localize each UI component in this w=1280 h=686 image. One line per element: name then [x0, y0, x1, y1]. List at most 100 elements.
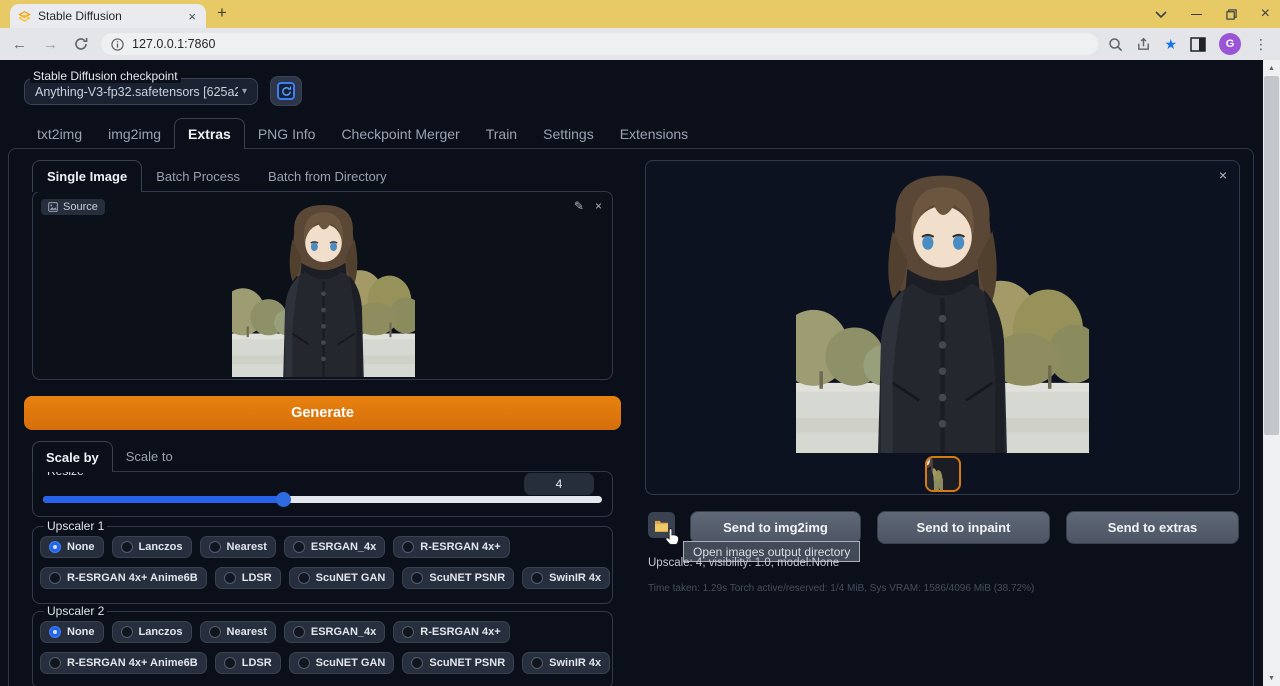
upscaler1-option-resrgan4x[interactable]: R-ESRGAN 4x+: [393, 536, 509, 558]
upscaler1-option-nearest[interactable]: Nearest: [200, 536, 276, 558]
resize-slider-block: Resize 4: [32, 471, 613, 517]
tab-png-info[interactable]: PNG Info: [245, 118, 329, 149]
send-to-img2img-button[interactable]: Send to img2img: [690, 511, 861, 544]
radio-icon: [293, 541, 305, 553]
upscaler1-option-swinir4x[interactable]: SwinIR 4x: [522, 567, 610, 589]
radio-icon: [121, 626, 133, 638]
refresh-checkpoint-button[interactable]: [270, 76, 302, 106]
gallery-close-icon[interactable]: ×: [1219, 167, 1227, 183]
upscaler2-option-resrgan4x[interactable]: R-ESRGAN 4x+: [393, 621, 509, 643]
output-image[interactable]: [796, 161, 1089, 453]
upscaler2-option-esrgan4x[interactable]: ESRGAN_4x: [284, 621, 385, 643]
slider-handle[interactable]: [276, 492, 291, 507]
page-scrollbar[interactable]: ▲ ▼: [1263, 60, 1280, 686]
upscaler1-option-none[interactable]: None: [40, 536, 104, 558]
url-text[interactable]: 127.0.0.1:7860: [132, 37, 215, 51]
source-label: Source: [63, 201, 98, 213]
radio-icon: [224, 572, 236, 584]
tab-scale-by[interactable]: Scale by: [32, 441, 113, 472]
browser-menu-icon[interactable]: ⋮: [1254, 36, 1268, 53]
upscaler2-option-scunet-gan[interactable]: ScuNET GAN: [289, 652, 395, 674]
address-bar[interactable]: 127.0.0.1:7860: [101, 33, 1098, 55]
radio-icon: [49, 572, 61, 584]
browser-toolbar: ← → 127.0.0.1:7860 ★ G ⋮: [0, 28, 1280, 60]
upscaler1-option-esrgan4x[interactable]: ESRGAN_4x: [284, 536, 385, 558]
tab-settings[interactable]: Settings: [530, 118, 607, 149]
upscaler2-option-nearest[interactable]: Nearest: [200, 621, 276, 643]
window-restore-button[interactable]: [1226, 9, 1237, 20]
favicon-gradio-icon: [18, 10, 31, 23]
site-info-icon[interactable]: [111, 38, 124, 51]
upscaler2-label: Upscaler 2: [44, 604, 107, 618]
source-image[interactable]: [232, 196, 415, 377]
upscaler2-option-swinir4x[interactable]: SwinIR 4x: [522, 652, 610, 674]
upscaler1-option-ldsr[interactable]: LDSR: [215, 567, 281, 589]
upscaler1-option-resrgan-anime6b[interactable]: R-ESRGAN 4x+ Anime6B: [40, 567, 207, 589]
upscaler2-option-none[interactable]: None: [40, 621, 104, 643]
upscaler1-option-scunet-psnr[interactable]: ScuNET PSNR: [402, 567, 514, 589]
side-panel-icon[interactable]: [1190, 37, 1206, 52]
tab-batch-from-directory[interactable]: Batch from Directory: [254, 160, 400, 192]
radio-icon: [531, 572, 543, 584]
tab-img2img[interactable]: img2img: [95, 118, 174, 149]
tab-checkpoint-merger[interactable]: Checkpoint Merger: [328, 118, 472, 149]
upscaler2-option-scunet-psnr[interactable]: ScuNET PSNR: [402, 652, 514, 674]
radio-icon: [298, 657, 310, 669]
scale-tabs: Scale by Scale to: [32, 441, 186, 472]
browser-tab[interactable]: Stable Diffusion ×: [10, 4, 206, 28]
zoom-icon[interactable]: [1108, 37, 1123, 52]
tab-search-chevron-icon[interactable]: [1155, 11, 1167, 18]
scrollbar-down-icon[interactable]: ▼: [1263, 670, 1280, 686]
radio-icon: [209, 626, 221, 638]
edit-image-icon[interactable]: ✎: [574, 199, 584, 213]
radio-selected-icon: [49, 626, 61, 638]
radio-icon: [298, 572, 310, 584]
upscaler2-option-ldsr[interactable]: LDSR: [215, 652, 281, 674]
clear-image-icon[interactable]: ×: [595, 199, 602, 213]
radio-icon: [402, 541, 414, 553]
upscaler1-option-scunet-gan[interactable]: ScuNET GAN: [289, 567, 395, 589]
upscaler2-group: Upscaler 2 None Lanczos Nearest ESRGAN_4…: [32, 611, 613, 686]
scrollbar-thumb[interactable]: [1264, 76, 1279, 435]
upscaler1-label: Upscaler 1: [44, 519, 107, 533]
back-icon[interactable]: ←: [12, 37, 27, 52]
mouse-cursor-pointer: [663, 527, 682, 548]
tab-extensions[interactable]: Extensions: [607, 118, 701, 149]
scrollbar-up-icon[interactable]: ▲: [1263, 60, 1280, 76]
output-gallery: ×: [645, 160, 1240, 495]
bookmark-star-icon[interactable]: ★: [1164, 36, 1177, 53]
send-to-extras-button[interactable]: Send to extras: [1066, 511, 1239, 544]
profile-avatar[interactable]: G: [1219, 33, 1241, 55]
send-to-inpaint-button[interactable]: Send to inpaint: [877, 511, 1050, 544]
result-info-text: Upscale: 4, visibility: 1.0, model:None: [648, 557, 839, 569]
refresh-icon: [277, 82, 295, 100]
radio-icon: [49, 657, 61, 669]
generate-button[interactable]: Generate: [24, 396, 621, 430]
tab-txt2img[interactable]: txt2img: [24, 118, 95, 149]
tab-single-image[interactable]: Single Image: [32, 160, 142, 192]
window-close-button[interactable]: ×: [1261, 6, 1270, 22]
extras-mode-tabs: Single Image Batch Process Batch from Di…: [32, 160, 401, 192]
tab-train[interactable]: Train: [473, 118, 530, 149]
resize-value-input[interactable]: 4: [524, 473, 594, 495]
source-chip: Source: [41, 199, 105, 215]
resize-slider[interactable]: [43, 496, 602, 503]
browser-titlebar: Stable Diffusion × + ×: [0, 0, 1280, 28]
reload-icon[interactable]: [74, 37, 88, 51]
chevron-down-icon: ▾: [242, 86, 247, 97]
tab-extras[interactable]: Extras: [174, 118, 245, 149]
upscaler1-option-lanczos[interactable]: Lanczos: [112, 536, 192, 558]
upscaler2-option-lanczos[interactable]: Lanczos: [112, 621, 192, 643]
source-image-dropzone[interactable]: Source ✎ ×: [32, 191, 613, 380]
new-tab-button[interactable]: +: [217, 3, 227, 23]
forward-icon[interactable]: →: [43, 37, 58, 52]
tab-batch-process[interactable]: Batch Process: [142, 160, 254, 192]
upscaler2-option-resrgan-anime6b[interactable]: R-ESRGAN 4x+ Anime6B: [40, 652, 207, 674]
radio-icon: [293, 626, 305, 638]
tab-close-icon[interactable]: ×: [186, 9, 198, 24]
radio-icon: [411, 657, 423, 669]
gallery-thumbnail-selected[interactable]: [925, 456, 961, 492]
window-minimize-button[interactable]: [1191, 14, 1202, 15]
share-icon[interactable]: [1136, 37, 1151, 52]
tab-scale-to[interactable]: Scale to: [113, 441, 186, 472]
